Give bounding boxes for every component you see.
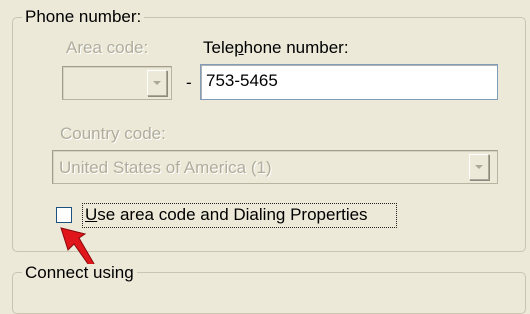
telephone-number-input[interactable]: 753-5465 bbox=[200, 64, 498, 100]
phone-number-legend: Phone number: bbox=[22, 8, 145, 26]
chevron-down-icon bbox=[475, 165, 483, 169]
area-code-label: Area code: bbox=[66, 38, 149, 57]
area-code-dropdown-button[interactable] bbox=[147, 70, 167, 96]
connect-using-legend: Connect using bbox=[22, 264, 137, 282]
country-code-value: United States of America (1) bbox=[59, 158, 272, 177]
country-code-label: Country code: bbox=[60, 124, 166, 143]
area-code-separator: - bbox=[186, 73, 192, 92]
country-code-combo[interactable]: United States of America (1) bbox=[52, 150, 498, 184]
country-code-dropdown-button[interactable] bbox=[469, 154, 489, 180]
use-area-code-label: Use area code and Dialing Properties bbox=[85, 205, 368, 224]
area-code-combo[interactable] bbox=[62, 66, 172, 100]
chevron-down-icon bbox=[153, 81, 161, 85]
use-area-code-checkbox[interactable] bbox=[56, 207, 72, 223]
telephone-number-value: 753-5465 bbox=[206, 71, 278, 90]
telephone-number-label: Telephone number: bbox=[203, 38, 349, 57]
checkbox-label-focus-rect[interactable]: Use area code and Dialing Properties bbox=[82, 203, 397, 228]
